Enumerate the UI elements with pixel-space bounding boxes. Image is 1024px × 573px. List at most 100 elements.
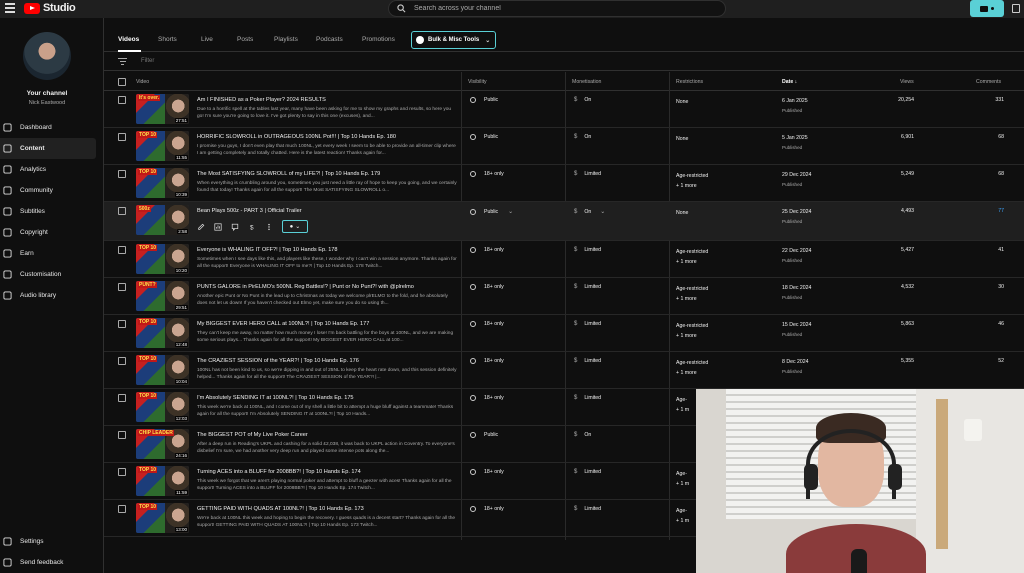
restriction-more[interactable]: + 1 m — [676, 479, 689, 489]
table-row[interactable]: PUNT? 29:51 PUNTS GALORE in PirELMO's 500N… — [104, 278, 1024, 315]
video-thumbnail[interactable]: TOP 10 10:39 — [136, 168, 189, 198]
monetisation-cell[interactable]: $ Limited — [574, 321, 601, 327]
video-title[interactable]: I'm Absolutely SENDING IT at 100NL?! | T… — [197, 395, 354, 401]
row-checkbox[interactable] — [118, 133, 126, 141]
tab-promotions[interactable]: Promotions — [362, 36, 395, 43]
video-thumbnail[interactable]: TOP 10 10:04 — [136, 355, 189, 385]
sidebar-item-content[interactable]: Content — [0, 138, 96, 159]
column-views[interactable]: Views — [900, 79, 914, 85]
restriction-more[interactable]: + 1 m — [676, 405, 689, 415]
visibility-cell[interactable]: Public ⌄ — [470, 208, 513, 215]
tab-podcasts[interactable]: Podcasts — [316, 36, 343, 43]
monetisation-cell[interactable]: $ Limited — [574, 395, 601, 401]
filter-icon[interactable] — [118, 58, 127, 65]
video-title[interactable]: The CRAZIEST SESSION of the YEAR?! | Top… — [197, 358, 359, 364]
video-thumbnail[interactable]: CHIP LEADER 24:16 — [136, 429, 189, 459]
visibility-cell[interactable]: 18+ only — [470, 171, 504, 177]
video-title[interactable]: PUNTS GALORE in PirELMO's 500NL Reg Batt… — [197, 284, 414, 290]
row-checkbox[interactable] — [118, 468, 126, 476]
video-thumbnail[interactable]: TOP 10 12:03 — [136, 392, 189, 422]
comments-cell[interactable]: 77 — [964, 208, 1004, 214]
visibility-cell[interactable]: 18+ only — [470, 395, 504, 401]
row-checkbox[interactable] — [118, 207, 126, 215]
create-button[interactable] — [970, 0, 1004, 17]
monetisation-cell[interactable]: $ On — [574, 97, 591, 103]
video-thumbnail[interactable]: TOP 10 11:55 — [136, 131, 189, 161]
sidebar-item-community[interactable]: Community — [0, 180, 96, 201]
select-all-checkbox[interactable] — [118, 78, 126, 86]
video-thumbnail[interactable]: TOP 10 10:20 — [136, 244, 189, 274]
table-row[interactable]: TOP 10 10:39 The Most SATISFYING SLOWROLL … — [104, 165, 1024, 202]
row-checkbox[interactable] — [118, 394, 126, 402]
tab-live[interactable]: Live — [201, 36, 213, 43]
monetisation-cell[interactable]: $ Limited — [574, 469, 601, 475]
video-title[interactable]: My BIGGEST EVER HERO CALL at 100NL?! | T… — [197, 321, 369, 327]
video-title[interactable]: HORRIFIC SLOWROLL in OUTRAGEOUS 100NL Po… — [197, 134, 396, 140]
column-restrictions[interactable]: Restrictions — [676, 79, 703, 85]
sidebar-item-analytics[interactable]: Analytics — [0, 159, 96, 180]
visibility-cell[interactable]: 18+ only — [470, 321, 504, 327]
column-monetisation[interactable]: Monetisation — [572, 79, 601, 85]
monetisation-cell[interactable]: $ On — [574, 134, 591, 140]
sidebar-item-dashboard[interactable]: Dashboard — [0, 117, 96, 138]
table-row[interactable]: TOP 10 10:20 Everyone is WHALING IT OFF?! … — [104, 241, 1024, 278]
tab-shorts[interactable]: Shorts — [158, 36, 177, 43]
search-bar[interactable] — [388, 0, 726, 17]
tab-videos[interactable]: Videos — [118, 36, 139, 43]
table-row[interactable]: TOP 10 10:04 The CRAZIEST SESSION of the Y… — [104, 352, 1024, 389]
video-title[interactable]: Turning ACES into a BLUFF for 2008BB?! |… — [197, 469, 361, 475]
video-thumbnail[interactable]: PUNT? 29:51 — [136, 281, 189, 311]
visibility-cell[interactable]: Public — [470, 97, 498, 103]
row-checkbox[interactable] — [118, 431, 126, 439]
search-input[interactable] — [414, 5, 694, 12]
visibility-cell[interactable]: Public — [470, 134, 498, 140]
comments-icon[interactable] — [231, 223, 239, 231]
table-row[interactable]: TOP 10 12:48 My BIGGEST EVER HERO CALL at … — [104, 315, 1024, 352]
visibility-cell[interactable]: 18+ only — [470, 247, 504, 253]
restriction-more[interactable]: + 1 more — [676, 331, 708, 341]
row-checkbox[interactable] — [118, 246, 126, 254]
visibility-cell[interactable]: 18+ only — [470, 506, 504, 512]
avatar[interactable] — [23, 32, 71, 80]
analytics-icon[interactable] — [214, 222, 222, 231]
visibility-cell[interactable]: 18+ only — [470, 358, 504, 364]
table-row[interactable]: TOP 10 11:55 HORRIFIC SLOWROLL in OUTRAGEO… — [104, 128, 1024, 165]
menu-icon[interactable] — [5, 3, 15, 13]
row-checkbox[interactable] — [118, 283, 126, 291]
column-date[interactable]: Date ↓ — [782, 79, 797, 85]
sidebar-item-earn[interactable]: Earn — [0, 243, 96, 264]
sidebar-item-subtitles[interactable]: Subtitles — [0, 201, 96, 222]
restriction-more[interactable]: + 1 more — [676, 368, 708, 378]
monetisation-cell[interactable]: $ Limited — [574, 284, 601, 290]
restriction-more[interactable]: + 1 more — [676, 294, 708, 304]
video-thumbnail[interactable]: TOP 10 12:48 — [136, 318, 189, 348]
monetisation-cell[interactable]: $ Limited — [574, 358, 601, 364]
sidebar-item-audio-library[interactable]: Audio library — [0, 285, 96, 306]
video-title[interactable]: The Most SATISFYING SLOWROLL of my LIFE?… — [197, 171, 380, 177]
video-title[interactable]: Am I FINISHED as a Poker Player? 2024 RE… — [197, 97, 326, 103]
row-checkbox[interactable] — [118, 96, 126, 104]
sidebar-item-customisation[interactable]: Customisation — [0, 264, 96, 285]
sidebar-item-settings[interactable]: Settings — [0, 531, 96, 552]
sidebar-item-send-feedback[interactable]: Send feedback — [0, 552, 96, 573]
video-title[interactable]: GETTING PAID WITH QUADS AT 100NL?! | Top… — [197, 506, 364, 512]
video-thumbnail[interactable]: TOP 10 11:59 — [136, 466, 189, 496]
video-thumbnail[interactable]: TOP 10 13:00 — [136, 503, 189, 533]
monetisation-cell[interactable]: $ On — [574, 432, 591, 438]
monetisation-cell[interactable]: $ Limited — [574, 171, 601, 177]
monetisation-cell[interactable]: $ Limited — [574, 247, 601, 253]
column-comments[interactable]: Comments — [976, 79, 1001, 85]
monetisation-cell[interactable]: $ Limited — [574, 506, 601, 512]
feedback-icon[interactable] — [1012, 4, 1020, 13]
visibility-cell[interactable]: Public — [470, 432, 498, 438]
tab-posts[interactable]: Posts — [237, 36, 253, 43]
row-checkbox[interactable] — [118, 357, 126, 365]
column-visibility[interactable]: Visibility — [468, 79, 487, 85]
tab-playlists[interactable]: Playlists — [274, 36, 298, 43]
row-checkbox[interactable] — [118, 505, 126, 513]
row-checkbox[interactable] — [118, 320, 126, 328]
visibility-cell[interactable]: 18+ only — [470, 284, 504, 290]
table-row[interactable]: 500z 2:58 Bean Plays 500z - PART 3 | Offic… — [104, 202, 1024, 241]
video-thumbnail[interactable]: 500z 2:58 — [136, 205, 189, 235]
monetisation-cell[interactable]: $ On ⌄ — [574, 208, 605, 216]
